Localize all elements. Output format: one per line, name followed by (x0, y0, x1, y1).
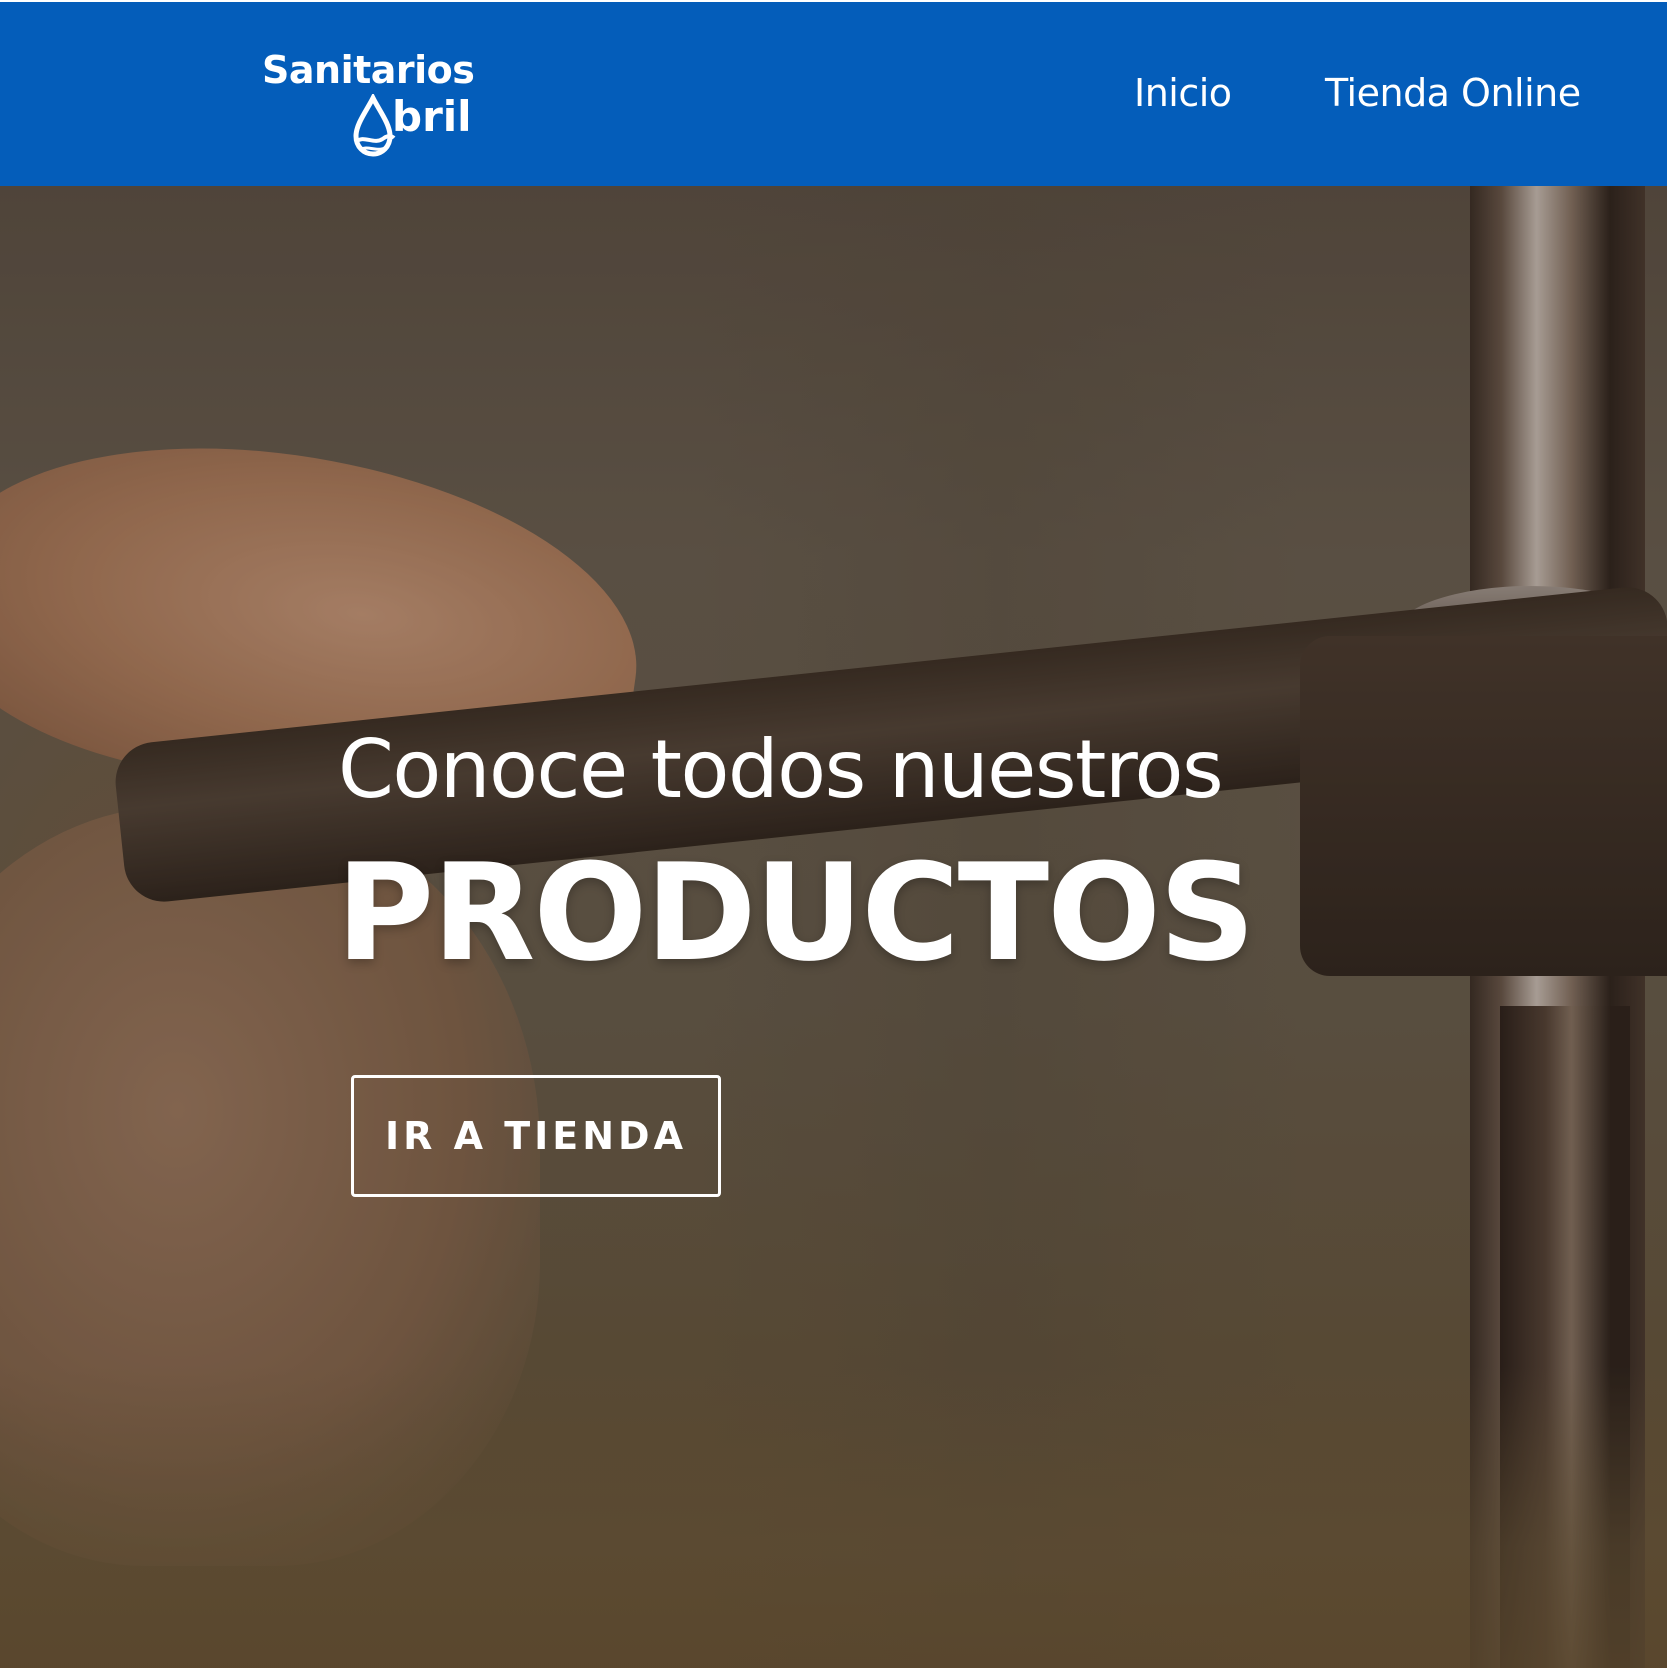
landing-page: Sanitarios bril Inicio Tienda Online Con… (0, 0, 1667, 1668)
site-logo[interactable]: Sanitarios bril (262, 46, 502, 164)
hero-title: PRODUCTOS (336, 835, 1256, 991)
go-to-store-button[interactable]: IR A TIENDA (351, 1075, 721, 1197)
water-drop-icon (353, 94, 396, 157)
logo-text-bril: bril (392, 92, 472, 141)
hero-subtitle: Conoce todos nuestros (338, 723, 1224, 816)
logo-text-sanitarios: Sanitarios (262, 48, 475, 92)
nav-link-tienda-online[interactable]: Tienda Online (1325, 68, 1581, 118)
site-header: Sanitarios bril Inicio Tienda Online (0, 2, 1667, 186)
nav-link-inicio[interactable]: Inicio (1134, 68, 1232, 118)
